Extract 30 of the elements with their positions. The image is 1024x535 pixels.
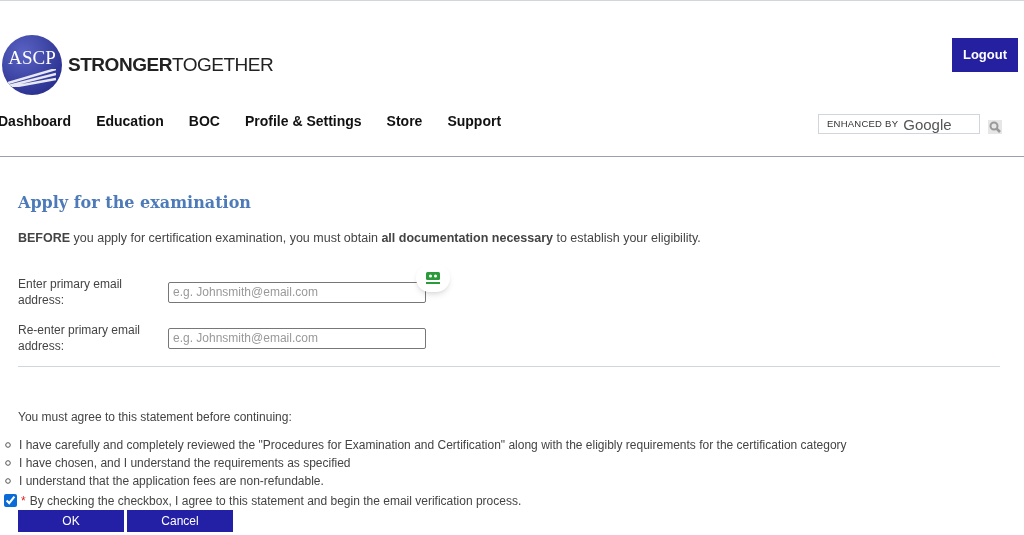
intro-text: BEFORE you apply for certification examination, you must obtain all documentation necessary to establish your eligibility. xyxy=(18,230,702,247)
field-label: Re-enter primary email address: xyxy=(18,321,142,354)
action-button[interactable]: Cancel xyxy=(127,509,233,532)
bullet-icon xyxy=(5,441,11,448)
requirement-item: I understand that the application fees are non-refundable. xyxy=(19,472,324,490)
agree-label: By checking the checkbox, I agree to this statement and begin the email verification process. xyxy=(29,492,522,510)
required-mark: * xyxy=(21,492,26,510)
page-heading: Apply for the examination xyxy=(18,192,252,214)
search-icon[interactable] xyxy=(988,120,1002,134)
statement-text: You must agree to this statement before continuing: xyxy=(18,408,293,426)
nav-link[interactable]: Profile & Settings xyxy=(244,111,362,132)
nav-link[interactable]: Support xyxy=(447,111,502,132)
logout-button[interactable]: Logout xyxy=(952,38,1018,72)
nav-link[interactable]: Education xyxy=(96,111,164,132)
logo-badge: ASCP xyxy=(2,35,62,95)
password-manager-icon[interactable] xyxy=(416,263,450,292)
requirement-item: I have carefully and completely reviewed the "Procedures for Examination and Certification" along with the eligibly requirements for the certification category xyxy=(19,436,847,454)
search-field[interactable]: ENHANCED BY Google xyxy=(818,114,980,134)
email-field[interactable]: e.g. Johnsmith@email.com xyxy=(168,281,426,303)
bullet-icon xyxy=(5,459,11,466)
agree-checkbox[interactable] xyxy=(4,494,17,508)
stripes-icon xyxy=(8,69,56,87)
field-label: Enter primary email address: xyxy=(18,275,124,308)
bullet-icon xyxy=(5,477,11,484)
logo-text: STRONGERTOGETHER xyxy=(68,52,274,77)
nav-link[interactable]: BOC xyxy=(188,111,220,132)
requirement-item: I have chosen, and I understand the requirements as specified xyxy=(19,454,351,472)
nav-link[interactable]: Store xyxy=(386,111,423,132)
email-field[interactable]: e.g. Johnsmith@email.com xyxy=(168,327,426,349)
action-button[interactable]: OK xyxy=(18,509,124,532)
